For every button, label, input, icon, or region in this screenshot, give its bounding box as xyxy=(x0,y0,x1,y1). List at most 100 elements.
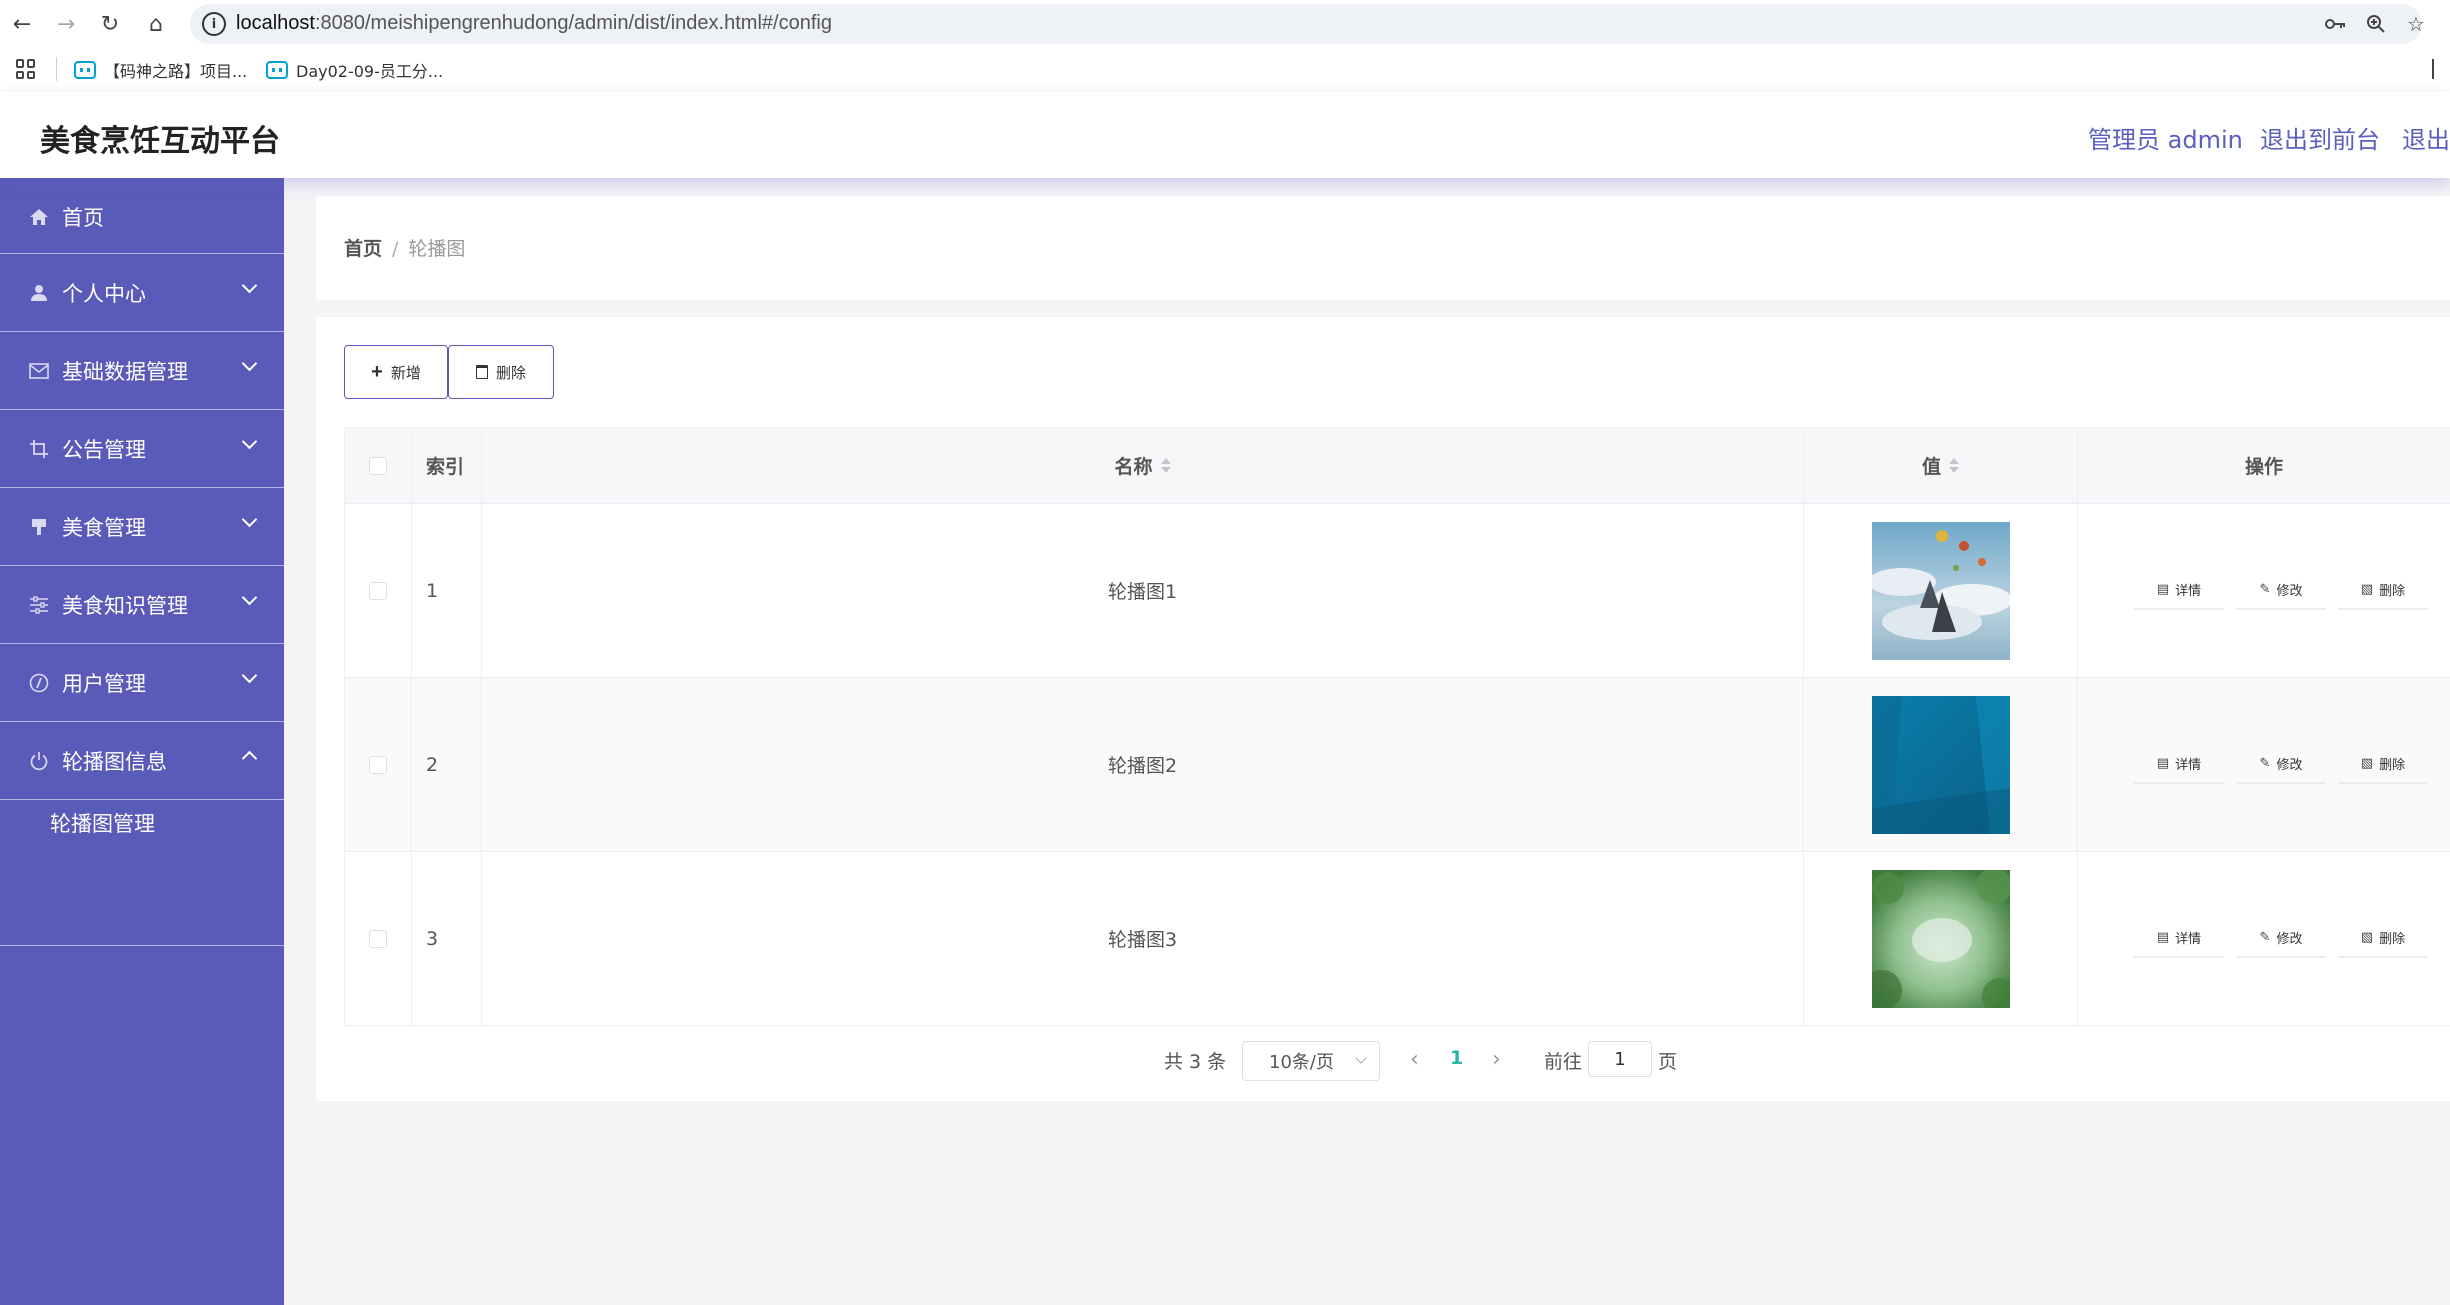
breadcrumb: 首页 / 轮播图 xyxy=(344,234,465,261)
data-table: 索引 名称 值 操作 1 轮播图1 ▤ 详情 ✎ 修改 ▧ 删除 2 轮播图2 … xyxy=(344,427,2450,1026)
zoom-icon[interactable] xyxy=(2362,10,2390,38)
url-text[interactable]: localhost:8080/meishipengrenhudong/admin… xyxy=(236,12,832,35)
home-icon xyxy=(28,206,50,228)
carousel-thumbnail-3[interactable] xyxy=(1871,869,2010,1008)
edit-button[interactable]: ✎ 修改 xyxy=(2236,570,2326,610)
table-header-row: 索引 名称 值 操作 xyxy=(344,428,2450,504)
breadcrumb-card: 首页 / 轮播图 xyxy=(316,196,2450,300)
column-header-ops: 操作 xyxy=(2244,456,2283,478)
user-icon xyxy=(28,282,50,304)
breadcrumb-separator: / xyxy=(392,238,399,260)
carousel-thumbnail-1[interactable] xyxy=(1871,521,2010,660)
sort-caret-icon[interactable] xyxy=(1949,458,1959,473)
row-ops-cell: ▤ 详情 ✎ 修改 ▧ 删除 xyxy=(2078,504,2450,677)
prev-page-icon[interactable]: ‹ xyxy=(1410,1047,1419,1072)
sidebar-item-food[interactable]: 美食管理 xyxy=(0,488,284,566)
password-key-icon[interactable] xyxy=(2322,10,2350,38)
bookmark-item-1[interactable]: 【码神之路】项目... xyxy=(74,57,247,83)
column-header-value: 值 xyxy=(1921,456,1941,478)
bookmark-label: 【码神之路】项目... xyxy=(104,62,248,81)
sidebar-item-users[interactable]: 用户管理 xyxy=(0,644,284,722)
table-row: 3 轮播图3 ▤ 详情 ✎ 修改 ▧ 删除 xyxy=(344,852,2450,1026)
page-size-value: 10条/页 xyxy=(1269,1052,1334,1073)
exit-to-front-link[interactable]: 退出到前台 xyxy=(2260,120,2380,155)
sidebar-item-basic-data[interactable]: 基础数据管理 xyxy=(0,332,284,410)
bookmark-star-icon[interactable]: ☆ xyxy=(2402,10,2430,38)
sidebar-item-personal-center[interactable]: 个人中心 xyxy=(0,254,284,332)
chevron-down-icon xyxy=(240,356,258,374)
detail-button[interactable]: ▤ 详情 xyxy=(2134,918,2224,958)
row-name-cell: 轮播图3 xyxy=(482,852,1804,1025)
sidebar-item-label: 美食知识管理 xyxy=(62,594,188,618)
edit-button[interactable]: ✎ 修改 xyxy=(2236,744,2326,784)
address-bar[interactable]: i localhost:8080/meishipengrenhudong/adm… xyxy=(190,4,2425,44)
edit-button[interactable]: ✎ 修改 xyxy=(2236,918,2326,958)
logout-link[interactable]: 退出登录 xyxy=(2402,120,2450,155)
header-value-cell[interactable]: 值 xyxy=(1804,428,2078,503)
detail-label: 详情 xyxy=(2175,757,2202,773)
carousel-thumbnail-2[interactable] xyxy=(1871,695,2010,834)
sidebar-submenu-carousel: 轮播图管理 xyxy=(0,800,284,946)
sidebar-item-announcements[interactable]: 公告管理 xyxy=(0,410,284,488)
add-button-label: 新增 xyxy=(390,364,421,382)
header-name-cell[interactable]: 名称 xyxy=(482,428,1804,503)
chevron-down-icon xyxy=(240,668,258,686)
sidebar-item-label: 公告管理 xyxy=(62,438,146,462)
app-header: 美食烹饪互动平台 管理员 admin 退出到前台 退出登录 xyxy=(0,92,2450,178)
breadcrumb-home[interactable]: 首页 xyxy=(344,238,382,260)
delete-label: 删除 xyxy=(2379,931,2406,947)
site-info-icon[interactable]: i xyxy=(202,12,226,36)
delete-button-label: 删除 xyxy=(495,364,526,382)
row-value-cell xyxy=(1804,504,2078,677)
forward-icon[interactable]: → xyxy=(50,8,82,40)
bookmark-overflow-icon[interactable] xyxy=(2432,59,2436,79)
chevron-down-icon xyxy=(240,512,258,530)
row-checkbox[interactable] xyxy=(369,581,387,600)
chevron-down-icon xyxy=(1355,1052,1367,1064)
goto-page-input[interactable] xyxy=(1588,1041,1652,1077)
sidebar-subitem-carousel-manage[interactable]: 轮播图管理 xyxy=(50,808,155,838)
edit-label: 修改 xyxy=(2276,583,2303,599)
next-page-icon[interactable]: › xyxy=(1492,1047,1501,1072)
sidebar-item-home[interactable]: 首页 xyxy=(0,178,284,254)
add-button[interactable]: + 新增 xyxy=(344,345,448,399)
sidebar-item-food-knowledge[interactable]: 美食知识管理 xyxy=(0,566,284,644)
home-page-icon[interactable]: ⌂ xyxy=(140,8,172,40)
trash-icon: ▧ xyxy=(2360,929,2374,945)
sidebar-item-label: 首页 xyxy=(62,206,104,230)
header-ops-cell: 操作 xyxy=(2078,428,2450,503)
bookmarks-bar: 【码神之路】项目... Day02-09-员工分... xyxy=(0,47,2450,92)
batch-delete-button[interactable]: 删除 xyxy=(448,345,554,399)
row-checkbox[interactable] xyxy=(369,755,387,774)
sort-caret-icon[interactable] xyxy=(1160,458,1171,473)
sidebar-item-carousel-info[interactable]: 轮播图信息 xyxy=(0,722,284,800)
row-name: 轮播图1 xyxy=(1107,581,1178,603)
reload-icon[interactable]: ↻ xyxy=(94,8,126,40)
delete-button[interactable]: ▧ 删除 xyxy=(2338,570,2428,610)
row-index: 3 xyxy=(426,927,439,950)
row-checkbox[interactable] xyxy=(369,929,387,948)
row-check-cell xyxy=(344,678,412,851)
sidebar-item-label: 用户管理 xyxy=(62,672,146,696)
select-all-checkbox[interactable] xyxy=(369,456,387,475)
delete-label: 删除 xyxy=(2379,757,2406,773)
back-icon[interactable]: ← xyxy=(6,8,38,40)
sliders-icon xyxy=(28,594,50,616)
document-icon: ▤ xyxy=(2156,929,2170,945)
goto-label: 前往 xyxy=(1544,1051,1583,1073)
bookmark-item-2[interactable]: Day02-09-员工分... xyxy=(266,57,443,83)
page-number-current[interactable]: 1 xyxy=(1450,1047,1463,1069)
table-row: 2 轮播图2 ▤ 详情 ✎ 修改 ▧ 删除 xyxy=(344,678,2450,852)
header-check-cell xyxy=(344,428,412,503)
delete-button[interactable]: ▧ 删除 xyxy=(2338,918,2428,958)
pencil-icon: ✎ xyxy=(2259,581,2271,597)
delete-button[interactable]: ▧ 删除 xyxy=(2338,744,2428,784)
detail-button[interactable]: ▤ 详情 xyxy=(2134,744,2224,784)
mail-icon xyxy=(28,360,50,382)
row-check-cell xyxy=(344,504,412,677)
document-icon: ▤ xyxy=(2156,755,2170,771)
chevron-down-icon xyxy=(240,590,258,608)
page-size-select[interactable]: 10条/页 xyxy=(1242,1041,1380,1081)
detail-button[interactable]: ▤ 详情 xyxy=(2134,570,2224,610)
apps-grid-icon[interactable] xyxy=(16,59,36,79)
